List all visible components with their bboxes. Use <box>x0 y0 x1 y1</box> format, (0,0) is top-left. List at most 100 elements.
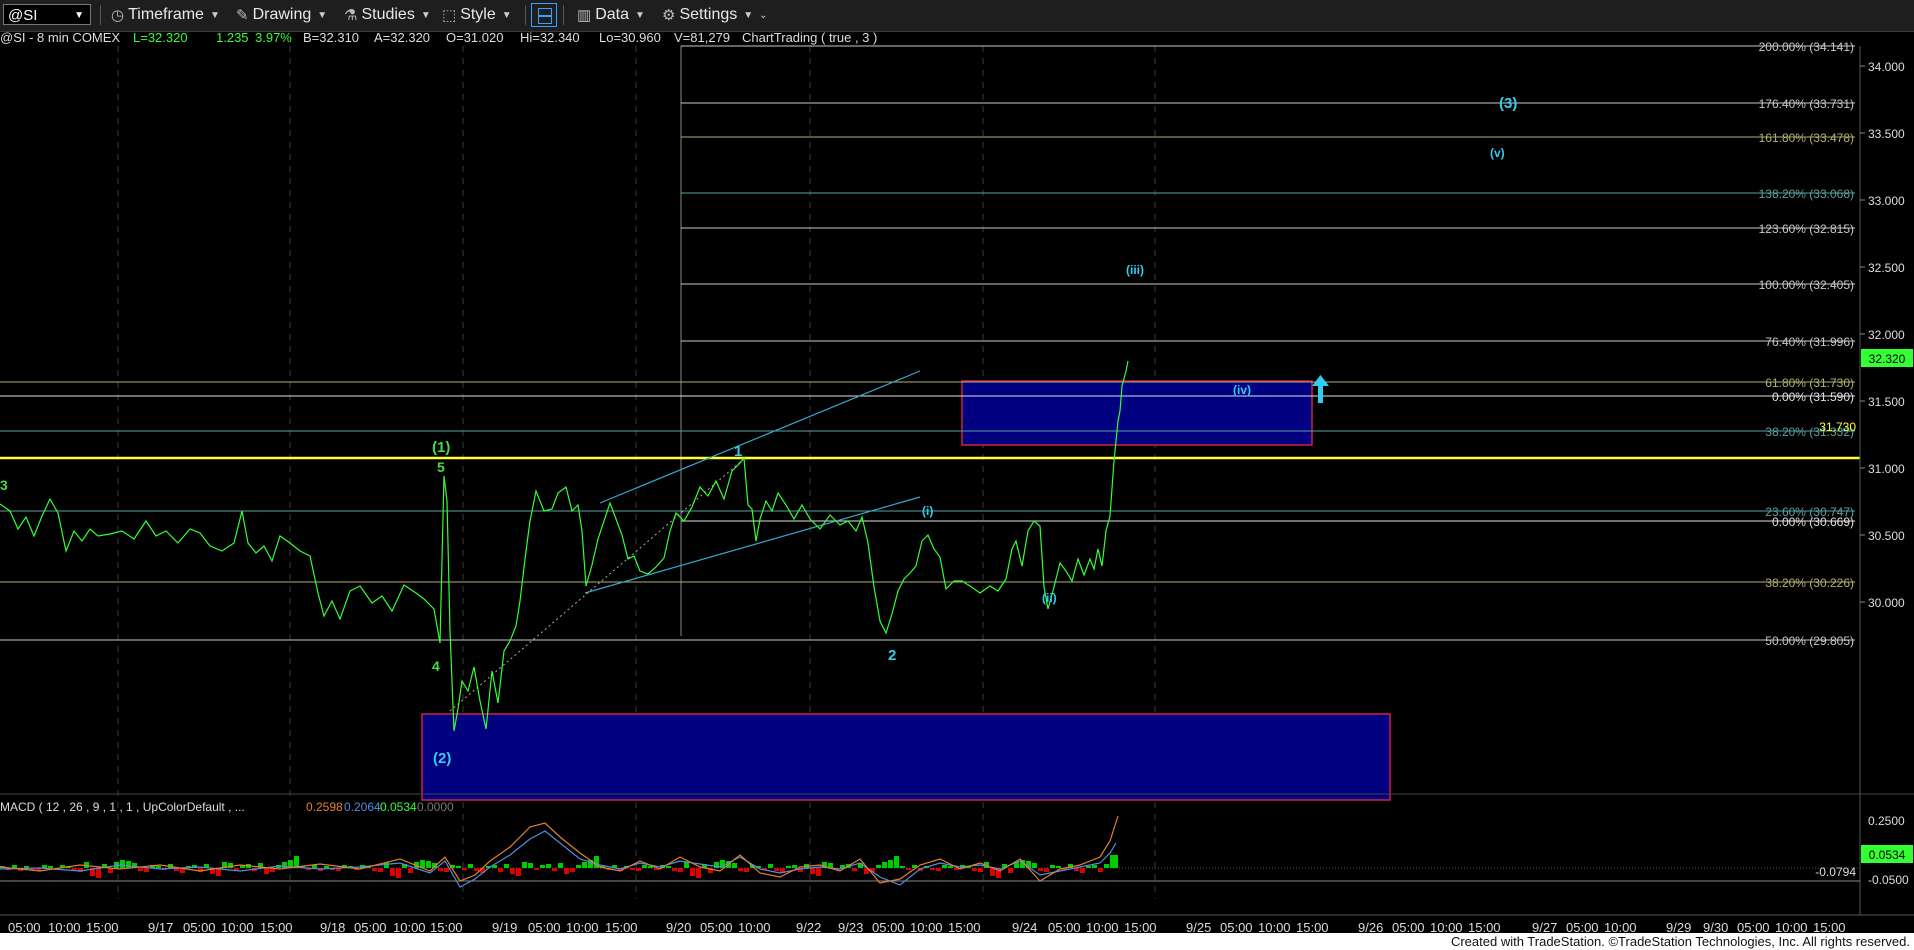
time-axis-label: 05:00 <box>1737 920 1770 933</box>
time-axis-label: 15:00 <box>260 920 293 933</box>
macd-histogram-bar <box>768 864 773 868</box>
macd-histogram-bar <box>456 866 461 868</box>
macd-histogram-bar <box>156 866 161 868</box>
macd-histogram-bar <box>396 868 401 878</box>
drawing-menu[interactable]: ✎ Drawing ▼ <box>236 4 327 26</box>
macd-histogram-bar <box>540 865 545 868</box>
time-axis-label: 05:00 <box>1220 920 1253 933</box>
ask-value: A=32.320 <box>374 31 430 45</box>
wave-label-iii: (iii) <box>1126 263 1144 277</box>
time-axis-label: 9/30 <box>1703 920 1728 933</box>
macd-histogram-bar <box>282 862 287 868</box>
time-axis-label: 05:00 <box>8 920 41 933</box>
time-axis-label: 9/23 <box>838 920 863 933</box>
time-axis-label: 9/17 <box>148 920 173 933</box>
time-axis-label: 05:00 <box>1392 920 1425 933</box>
last-price-label: 32.320 <box>1869 352 1906 366</box>
macd-histogram-bar <box>1044 868 1049 872</box>
time-axis-label: 10:00 <box>1430 920 1463 933</box>
high-value: Hi=32.340 <box>520 31 580 45</box>
macd-value-2: 0.2064 <box>344 800 381 814</box>
macd-histogram-bar <box>426 861 431 868</box>
macd-histogram-bar <box>42 865 47 868</box>
panels-button[interactable] <box>531 3 557 27</box>
macd-histogram-bar <box>666 866 671 868</box>
macd-signal-line <box>0 830 1117 888</box>
flask-icon: ⚗ <box>344 7 358 24</box>
macd-histogram-bar <box>642 865 647 868</box>
wave-label-2-paren: (2) <box>433 750 451 767</box>
time-axis-label: 05:00 <box>1048 920 1081 933</box>
time-axis-label: 05:00 <box>700 920 733 933</box>
macd-histogram-bar <box>96 868 101 878</box>
macd-histogram-bar <box>774 868 779 871</box>
macd-histogram-bar <box>684 862 689 868</box>
price-tick-label: 31.000 <box>1868 462 1905 476</box>
fib-level-label: 0.00% (31.590) <box>1772 390 1854 404</box>
style-menu[interactable]: ⬚ Style ▼ <box>442 4 512 26</box>
time-axis-label: 9/27 <box>1532 920 1557 933</box>
macd-histogram-bar <box>1008 868 1013 873</box>
price-axis-bg <box>1860 46 1914 933</box>
macd-histogram-bar <box>816 868 821 876</box>
macd-histogram-bar <box>1110 855 1118 868</box>
time-axis-label: 9/18 <box>320 920 345 933</box>
wave-label-2: 2 <box>888 647 896 664</box>
macd-histogram-bar <box>690 868 695 876</box>
time-axis-label: 15:00 <box>1468 920 1501 933</box>
macd-histogram-bar <box>582 862 587 868</box>
price-tick-label: 33.000 <box>1868 194 1905 208</box>
time-axis-label: 10:00 <box>1258 920 1291 933</box>
macd-last-label: 0.0534 <box>1869 848 1906 862</box>
macd-histogram-bar <box>552 868 557 871</box>
chart-canvas[interactable]: 200.00% (34.141) 176.40% (33.731) 161.80% … <box>0 31 1914 933</box>
wave-label-1: 1 <box>734 443 742 460</box>
studies-label: Studies <box>361 6 415 23</box>
time-axis-label: 10:00 <box>1086 920 1119 933</box>
chevron-down-icon: ▼ <box>743 9 754 21</box>
macd-histogram-bar <box>678 868 683 872</box>
wave-label-iv: (iv) <box>1233 383 1251 397</box>
macd-value-3: 0.0534 <box>380 800 417 814</box>
pencil-icon: ✎ <box>236 7 249 24</box>
macd-histogram-bar <box>948 866 953 868</box>
toolbar-separator <box>525 5 526 25</box>
settings-menu[interactable]: ⚙ Settings ▼ ⌄ <box>662 4 768 26</box>
change-percent: 3.97% <box>255 31 292 45</box>
macd-histogram-bar <box>630 868 635 870</box>
time-axis: 05:00 10:00 15:00 9/17 05:00 10:00 15:00 9/18 05… <box>8 920 1846 933</box>
time-axis-label: 9/26 <box>1358 920 1383 933</box>
macd-histogram-bar <box>474 868 479 871</box>
macd-histogram-bar <box>570 868 575 872</box>
fib-level-label: 76.40% (31.996) <box>1765 335 1854 349</box>
volume-value: V=81,279 <box>674 31 730 45</box>
fib-level-label: 200.00% (34.141) <box>1759 40 1854 54</box>
symbol-input[interactable]: @SI ▼ <box>3 4 91 25</box>
macd-histogram-bar <box>636 868 641 871</box>
macd-histogram-bar <box>234 868 239 870</box>
macd-histogram-bar <box>1050 865 1055 868</box>
time-axis-label: 15:00 <box>1296 920 1329 933</box>
macd-histogram-bar <box>564 868 569 874</box>
macd-histogram-bar <box>444 868 449 872</box>
data-menu[interactable]: ▥ Data ▼ <box>577 4 645 26</box>
time-axis-label: 15:00 <box>1813 920 1846 933</box>
fib-level-label: 161.80% (33.478) <box>1759 131 1854 145</box>
macd-histogram-bar <box>894 856 899 868</box>
macd-histogram-bar <box>930 868 935 870</box>
fib-level-label: 176.40% (33.731) <box>1759 97 1854 111</box>
macd-histogram-bar <box>738 868 743 871</box>
gear-icon: ⚙ <box>662 7 676 24</box>
macd-histogram-bar <box>48 866 53 868</box>
channel-upper-line <box>599 370 921 504</box>
studies-menu[interactable]: ⚗ Studies ▼ <box>344 4 431 26</box>
macd-value-1: 0.2598 <box>306 800 343 814</box>
macd-histogram-bar <box>576 865 581 868</box>
macd-histogram-bar <box>498 868 503 872</box>
price-tick-label: 32.500 <box>1868 261 1905 275</box>
chart-header: @SI - 8 min COMEX L=32.320 1.235 3.97% B… <box>0 31 877 45</box>
time-axis-label: 9/29 <box>1666 920 1691 933</box>
toolbar-separator <box>100 5 101 25</box>
macd-histogram-bar <box>516 868 521 876</box>
timeframe-menu[interactable]: ◷ Timeframe ▼ <box>111 4 220 26</box>
